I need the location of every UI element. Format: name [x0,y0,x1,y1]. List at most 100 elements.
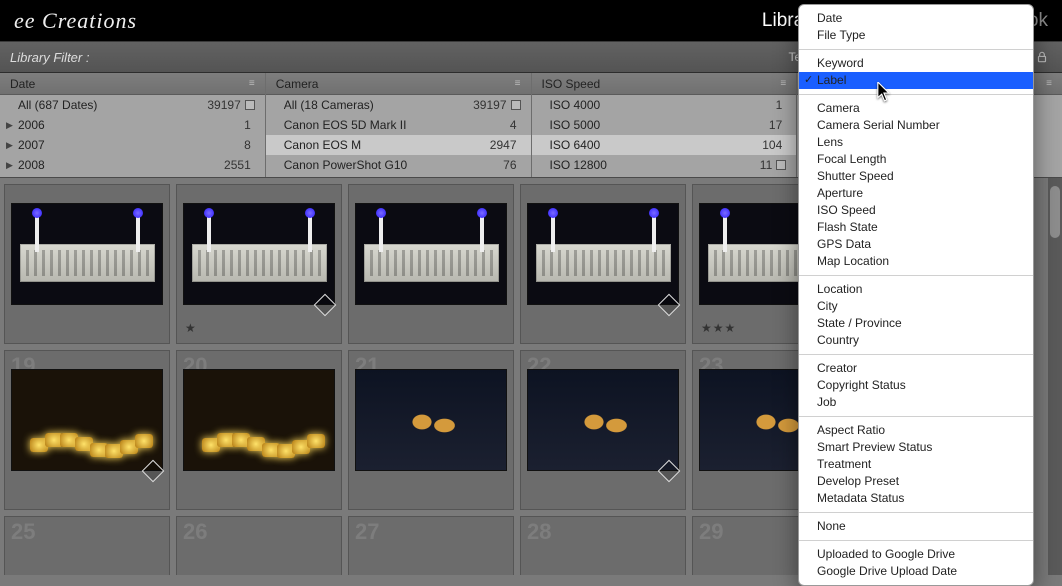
thumbnail-image[interactable] [527,203,679,305]
disclosure-triangle-icon[interactable]: ▶ [6,160,13,171]
lock-icon[interactable] [1032,47,1052,67]
dropdown-item-country[interactable]: Country [799,332,1033,349]
thumbnail-cell[interactable]: 22 [520,350,686,510]
filter-row[interactable]: Canon EOS M2947 [266,135,531,155]
dropdown-item-label: Date [817,11,842,25]
thumbnail-cell[interactable]: 28 [520,516,686,575]
filter-row[interactable]: Canon EOS 5D Mark II4 [266,115,531,135]
column-sort-icon[interactable]: ≡ [249,78,255,89]
disclosure-triangle-icon[interactable]: ▶ [6,140,13,151]
dropdown-item-job[interactable]: Job [799,394,1033,411]
row-count: 2947 [490,138,517,152]
row-checkbox[interactable] [245,100,255,110]
filter-row[interactable]: Canon PowerShot G1076 [266,155,531,175]
thumbnail-cell[interactable]: 25 [4,516,170,575]
dropdown-item-treatment[interactable]: Treatment [799,456,1033,473]
column-sort-icon[interactable]: ≡ [1046,78,1052,89]
thumbnail-cell[interactable]: 26 [176,516,342,575]
dropdown-item-shutter-speed[interactable]: Shutter Speed [799,168,1033,185]
dropdown-item-camera[interactable]: Camera [799,100,1033,117]
filter-row[interactable]: All (18 Cameras)39197 [266,95,531,115]
column-header[interactable]: Date≡ [0,73,265,95]
thumbnail-cell[interactable]: 27 [348,516,514,575]
dropdown-item-map-location[interactable]: Map Location [799,253,1033,270]
dropdown-item-file-type[interactable]: File Type [799,27,1033,44]
filter-row[interactable]: ▶20078 [0,135,265,155]
row-count: 76 [503,158,516,172]
dropdown-item-aspect-ratio[interactable]: Aspect Ratio [799,422,1033,439]
thumbnail-image[interactable] [11,369,163,471]
filter-row[interactable]: ISO 40001 [532,95,797,115]
column-header[interactable]: ISO Speed≡ [532,73,797,95]
dropdown-item-metadata-status[interactable]: Metadata Status [799,490,1033,507]
filter-row[interactable]: All (687 Dates)39197 [0,95,265,115]
dropdown-separator [799,49,1033,50]
thumbnail-cell[interactable]: 21 [348,350,514,510]
dropdown-separator [799,416,1033,417]
dropdown-item-uploaded-to-google-drive[interactable]: Uploaded to Google Drive [799,546,1033,563]
dropdown-item-creator[interactable]: Creator [799,360,1033,377]
dropdown-item-label: Smart Preview Status [817,440,932,454]
dropdown-item-flash-state[interactable]: Flash State [799,219,1033,236]
filter-row[interactable]: ISO 1280011 [532,155,797,175]
scrollbar-thumb[interactable] [1050,186,1060,238]
row-count: 104 [762,138,782,152]
filter-row[interactable]: ISO 6400104 [532,135,797,155]
dropdown-item-none[interactable]: None [799,518,1033,535]
thumbnail-cell[interactable] [4,184,170,344]
rating-stars[interactable]: ★★★ [701,321,736,335]
column-sort-icon[interactable]: ≡ [780,78,786,89]
dropdown-item-label: Aspect Ratio [817,423,885,437]
thumbnail-image[interactable] [11,203,163,305]
row-label: All (18 Cameras) [284,98,473,112]
dropdown-item-develop-preset[interactable]: Develop Preset [799,473,1033,490]
thumbnail-image[interactable] [355,203,507,305]
dropdown-item-camera-serial-number[interactable]: Camera Serial Number [799,117,1033,134]
column-criteria-dropdown[interactable]: Date File Type Keyword✓Label CameraCamera S… [798,4,1034,586]
cell-index: 29 [699,519,723,545]
dropdown-item-lens[interactable]: Lens [799,134,1033,151]
thumbnail-cell[interactable]: 19 [4,350,170,510]
dropdown-item-google-drive-upload-date[interactable]: Google Drive Upload Date [799,563,1033,580]
row-checkbox[interactable] [776,160,786,170]
dropdown-item-copyright-status[interactable]: Copyright Status [799,377,1033,394]
dropdown-item-keyword[interactable]: Keyword [799,55,1033,72]
row-label: All (687 Dates) [18,98,207,112]
disclosure-triangle-icon[interactable]: ▶ [6,120,13,131]
dropdown-item-gps-data[interactable]: GPS Data [799,236,1033,253]
dropdown-item-aperture[interactable]: Aperture [799,185,1033,202]
rating-stars[interactable]: ★ [185,321,197,335]
dropdown-item-label: Metadata Status [817,491,904,505]
column-header[interactable]: Camera≡ [266,73,531,95]
column-body: All (18 Cameras)39197Canon EOS 5D Mark I… [266,95,531,177]
dropdown-item-smart-preview-status[interactable]: Smart Preview Status [799,439,1033,456]
filter-column-iso-speed: ISO Speed≡ISO 40001ISO 500017ISO 6400104… [532,73,798,177]
filter-row[interactable]: ISO 500017 [532,115,797,135]
thumbnail-image[interactable] [355,369,507,471]
dropdown-item-focal-length[interactable]: Focal Length [799,151,1033,168]
dropdown-item-iso-speed[interactable]: ISO Speed [799,202,1033,219]
thumbnail-image[interactable] [527,369,679,471]
thumbnail-cell[interactable] [520,184,686,344]
thumbnail-cell[interactable] [348,184,514,344]
thumbnail-image[interactable] [183,203,335,305]
thumbnail-cell[interactable]: ★ [176,184,342,344]
dropdown-item-label[interactable]: ✓Label [799,72,1033,89]
column-sort-icon[interactable]: ≡ [515,78,521,89]
row-count: 11 [760,158,772,172]
row-checkbox[interactable] [511,100,521,110]
row-label: Canon PowerShot G10 [284,158,503,172]
grid-scrollbar[interactable] [1048,178,1062,575]
dropdown-item-city[interactable]: City [799,298,1033,315]
dropdown-item-label: Develop Preset [817,474,899,488]
filter-row[interactable]: ▶20061 [0,115,265,135]
dropdown-item-label: Uploaded to Google Drive [817,547,955,561]
row-label: ISO 12800 [550,158,760,172]
dropdown-item-label: Treatment [817,457,871,471]
filter-row[interactable]: ▶20082551 [0,155,265,175]
thumbnail-cell[interactable]: 20 [176,350,342,510]
thumbnail-image[interactable] [183,369,335,471]
dropdown-item-state-province[interactable]: State / Province [799,315,1033,332]
dropdown-item-date[interactable]: Date [799,10,1033,27]
dropdown-item-location[interactable]: Location [799,281,1033,298]
